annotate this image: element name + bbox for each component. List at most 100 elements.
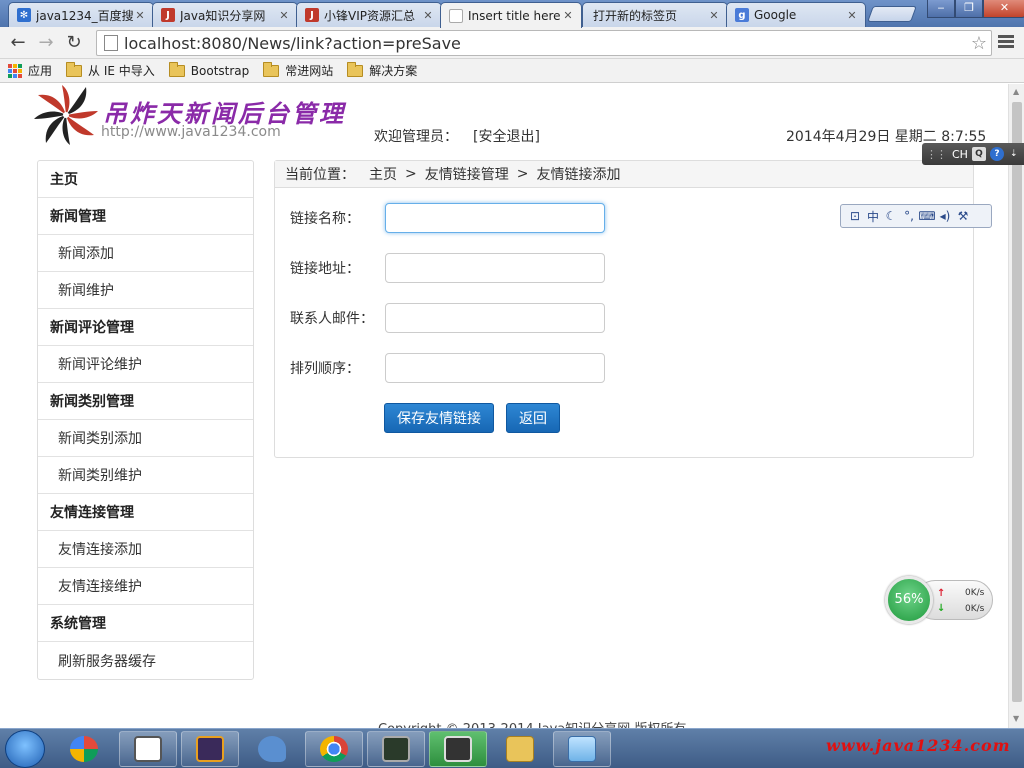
site-logo-icon [34,85,98,145]
page-viewport: 吊炸天新闻后台管理 http://www.java1234.com 欢迎管理员：… [0,84,1024,728]
contact-email-input[interactable] [385,303,605,333]
watermark-text: www.java1234.com [826,736,1011,755]
sidebar-item-comment-maintain[interactable]: 新闻评论维护 [38,346,253,383]
download-speed: 0K/s [965,604,985,614]
sidebar-item-link-maintain[interactable]: 友情连接维护 [38,568,253,605]
ime-logo-icon[interactable]: ⊡ [846,209,864,223]
tab-java1234[interactable]: J Java知识分享网 ✕ [152,2,298,27]
back-arrow-icon[interactable]: ← [6,32,30,54]
app-icon[interactable] [429,731,487,767]
bookmark-bootstrap[interactable]: Bootstrap [168,61,250,78]
breadcrumb-home[interactable]: 主页 [369,164,397,184]
browser-tab-strip: ✻ java1234_百度搜 ✕ J Java知识分享网 ✕ J 小锋VIP资源… [0,0,1024,28]
link-name-input[interactable] [385,203,605,233]
tab-vip[interactable]: J 小锋VIP资源汇总 ✕ [296,2,442,27]
speaker-icon[interactable]: ◂) [936,209,954,223]
vertical-scrollbar[interactable]: ▲ ▼ [1008,84,1024,728]
window-controls: ‒ ❐ ✕ [927,0,1024,18]
wrench-icon[interactable]: ⚒ [954,209,972,223]
punctuation-icon[interactable]: °, [900,209,918,223]
java1234-j-icon: J [161,8,175,22]
form-row-order: 排列顺序： [290,353,605,383]
folder-icon [347,61,364,77]
dolphin-icon[interactable] [243,731,301,767]
breadcrumb-prefix: 当前位置： [285,167,355,183]
tab-title: Insert title here [468,8,561,23]
bookmarks-bar: 应用 从 IE 中导入 Bootstrap 常进网站 解决方案 [0,59,1024,83]
reload-icon[interactable]: ↻ [62,32,86,54]
tab-newtab[interactable]: 打开新的标签页 ✕ [582,2,728,27]
bookmark-star-icon[interactable]: ☆ [971,33,987,54]
menu-icon[interactable] [998,35,1014,49]
bookmark-solutions[interactable]: 解决方案 [347,61,417,79]
sidebar-item-news-add[interactable]: 新闻添加 [38,235,253,272]
sidebar-item-news-maintain[interactable]: 新闻维护 [38,272,253,309]
sidebar-item-category-add[interactable]: 新闻类别添加 [38,420,253,457]
java-ee-ide-icon[interactable] [181,731,239,767]
bookmark-apps[interactable]: 应用 [8,62,52,79]
close-icon[interactable]: ✕ [277,9,291,22]
folder-icon[interactable] [491,731,549,767]
tab-title: Google [754,8,797,22]
close-icon[interactable]: ✕ [133,9,147,22]
help-icon[interactable]: ? [989,147,1004,161]
ime-language-bar[interactable]: ⋮⋮ CH Q ? ⇣ [922,143,1024,165]
close-icon[interactable]: ✕ [845,9,859,22]
network-speed-widget[interactable]: 56% ↑ 0K/s ↓ 0K/s [885,576,993,624]
ime-keyboard-icon[interactable]: Q [971,147,986,161]
maximize-button[interactable]: ❐ [955,0,983,18]
sidebar-item-home[interactable]: 主页 [38,161,253,198]
terminal-icon[interactable] [367,731,425,767]
close-icon[interactable]: ✕ [421,9,435,22]
page-icon [104,35,118,51]
keyboard-icon[interactable]: ⌨ [918,209,936,223]
tab-baidu[interactable]: ✻ java1234_百度搜 ✕ [8,2,154,27]
sidebar-item-refresh-cache[interactable]: 刷新服务器缓存 [38,642,253,679]
minimize-button[interactable]: ‒ [927,0,955,18]
explorer-icon[interactable] [55,731,113,767]
address-bar[interactable]: localhost:8080/News/link?action=preSave … [96,30,992,56]
ime-mode[interactable]: 中 [864,208,882,225]
window-icon[interactable] [553,731,611,767]
sidebar-header-comments: 新闻评论管理 [38,309,253,346]
close-window-button[interactable]: ✕ [983,0,1024,18]
back-button[interactable]: 返回 [506,403,560,433]
java1234-j-icon: J [305,8,319,22]
tab-active[interactable]: Insert title here ✕ [440,2,582,28]
sidebar-item-link-add[interactable]: 友情连接添加 [38,531,253,568]
bookmark-label: 从 IE 中导入 [88,64,155,78]
url-text[interactable]: localhost:8080/News/link?action=preSave [124,34,971,53]
tab-google[interactable]: g Google ✕ [726,2,866,27]
moon-icon[interactable]: ☾ [882,209,900,223]
breadcrumb-links-manage[interactable]: 友情链接管理 [425,164,509,184]
blank-page-icon [449,8,463,23]
link-url-input[interactable] [385,253,605,283]
folder-icon [168,61,185,77]
close-icon[interactable]: ✕ [561,9,575,22]
welcome-text: 欢迎管理员： [374,129,458,145]
windows-taskbar: www.java1234.com [0,728,1024,768]
drag-handle-icon[interactable]: ⋮⋮ [926,148,947,161]
chevron-down-icon[interactable]: ⇣ [1010,149,1018,159]
sidebar-item-category-maintain[interactable]: 新闻类别维护 [38,457,253,494]
chrome-icon[interactable] [305,731,363,767]
apps-grid-icon [8,63,22,78]
save-link-button[interactable]: 保存友情链接 [384,403,494,433]
bookmark-frequent[interactable]: 常进网站 [263,61,333,79]
scroll-down-icon[interactable]: ▼ [1013,714,1019,723]
new-tab-button[interactable] [867,6,917,22]
bookmark-label: Bootstrap [190,63,250,78]
notepad-icon[interactable] [119,731,177,767]
scroll-up-icon[interactable]: ▲ [1013,87,1019,96]
close-icon[interactable]: ✕ [707,9,721,22]
browser-toolbar: ← → ↻ localhost:8080/News/link?action=pr… [0,27,1024,59]
forward-arrow-icon[interactable]: → [34,32,58,54]
scroll-thumb[interactable] [1012,102,1022,702]
sort-order-input[interactable] [385,353,605,383]
breadcrumb: 当前位置： 主页 > 友情链接管理 > 友情链接添加 [275,161,973,188]
logout-link[interactable]: [安全退出] [473,126,540,146]
form-row-url: 链接地址： [290,253,605,283]
start-button[interactable] [5,730,45,768]
bookmark-ie-import[interactable]: 从 IE 中导入 [66,61,155,79]
ime-language[interactable]: CH [952,148,968,161]
